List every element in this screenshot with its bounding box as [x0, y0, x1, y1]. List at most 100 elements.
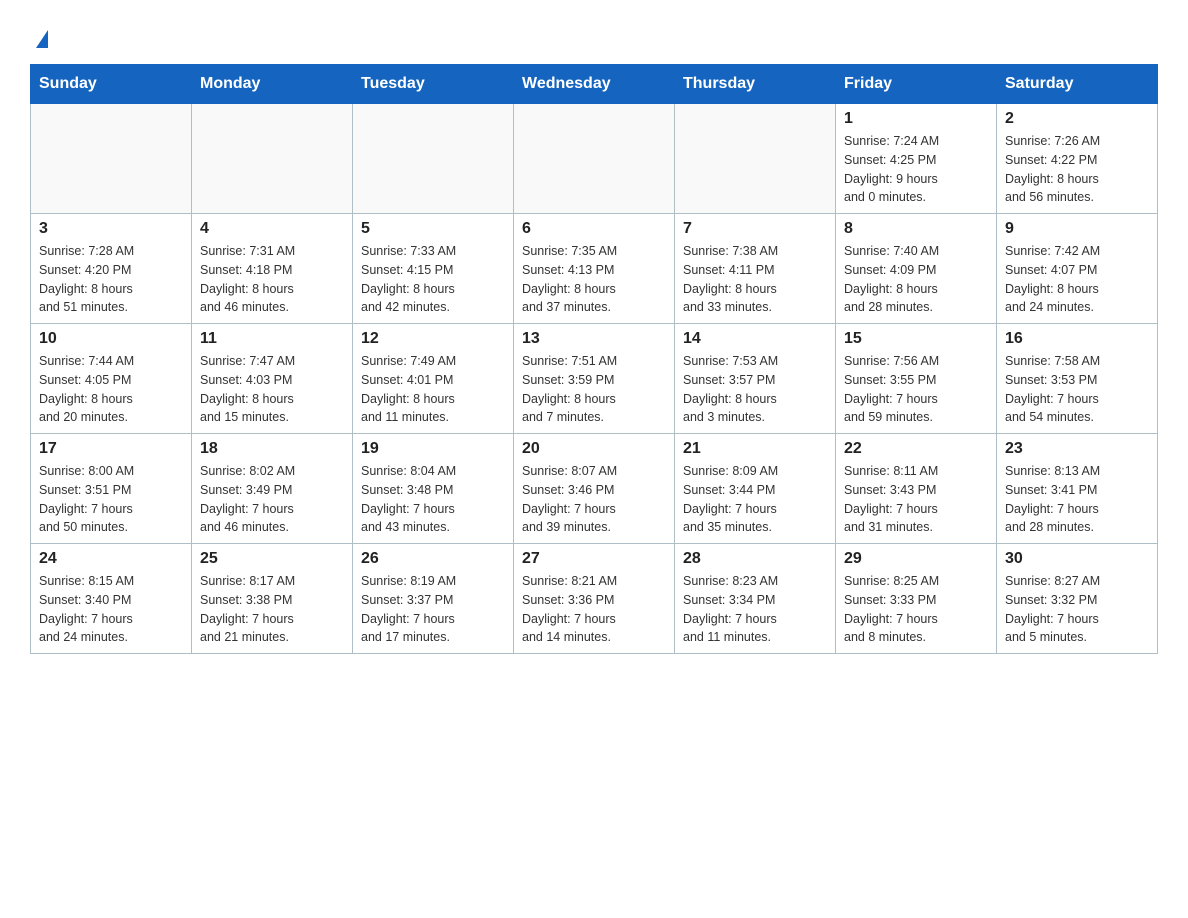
day-number: 19 [361, 440, 505, 458]
calendar-table: SundayMondayTuesdayWednesdayThursdayFrid… [30, 64, 1158, 654]
day-info: Sunrise: 8:11 AM Sunset: 3:43 PM Dayligh… [844, 462, 988, 537]
day-number: 11 [200, 330, 344, 348]
calendar-cell: 29Sunrise: 8:25 AM Sunset: 3:33 PM Dayli… [836, 544, 997, 654]
logo-blue-text [30, 30, 48, 48]
day-number: 5 [361, 220, 505, 238]
calendar-cell [675, 104, 836, 214]
day-info: Sunrise: 7:51 AM Sunset: 3:59 PM Dayligh… [522, 352, 666, 427]
day-info: Sunrise: 8:27 AM Sunset: 3:32 PM Dayligh… [1005, 572, 1149, 647]
calendar-cell: 28 Sunrise: 8:23 AM Sunset: 3:34 PM Dayli… [675, 544, 836, 654]
calendar-cell: 14Sunrise: 7:53 AM Sunset: 3:57 PM Dayli… [675, 324, 836, 434]
calendar-cell: 8 Sunrise: 7:40 AM Sunset: 4:09 PM Daylig… [836, 214, 997, 324]
day-info: Sunrise: 7:42 AM Sunset: 4:07 PM Dayligh… [1005, 242, 1149, 317]
day-info: Sunrise: 8:25 AM Sunset: 3:33 PM Dayligh… [844, 572, 988, 647]
day-info: Sunrise: 8:15 AM Sunset: 3:40 PM Dayligh… [39, 572, 183, 647]
day-number: 21 [683, 440, 827, 458]
day-info: Sunrise: 8:04 AM Sunset: 3:48 PM Dayligh… [361, 462, 505, 537]
day-number: 4 [200, 220, 344, 238]
calendar-cell: 20Sunrise: 8:07 AM Sunset: 3:46 PM Dayli… [514, 434, 675, 544]
calendar-cell: 25Sunrise: 8:17 AM Sunset: 3:38 PM Dayli… [192, 544, 353, 654]
calendar-cell: 1 Sunrise: 7:24 AM Sunset: 4:25 PM Daylig… [836, 104, 997, 214]
day-number: 20 [522, 440, 666, 458]
day-number: 24 [39, 550, 183, 568]
day-number: 7 [683, 220, 827, 238]
day-number: 9 [1005, 220, 1149, 238]
day-info: Sunrise: 8:09 AM Sunset: 3:44 PM Dayligh… [683, 462, 827, 537]
calendar-cell: 10 Sunrise: 7:44 AM Sunset: 4:05 PM Dayli… [31, 324, 192, 434]
day-info: Sunrise: 8:19 AM Sunset: 3:37 PM Dayligh… [361, 572, 505, 647]
day-number: 16 [1005, 330, 1149, 348]
calendar-cell: 15 Sunrise: 7:56 AM Sunset: 3:55 PM Dayli… [836, 324, 997, 434]
calendar-cell: 24 Sunrise: 8:15 AM Sunset: 3:40 PM Dayli… [31, 544, 192, 654]
day-number: 15 [844, 330, 988, 348]
day-header-monday: Monday [192, 65, 353, 104]
calendar-cell: 13 Sunrise: 7:51 AM Sunset: 3:59 PM Dayli… [514, 324, 675, 434]
day-info: Sunrise: 7:35 AM Sunset: 4:13 PM Dayligh… [522, 242, 666, 317]
calendar-cell: 5 Sunrise: 7:33 AM Sunset: 4:15 PM Daylig… [353, 214, 514, 324]
calendar-cell: 11 Sunrise: 7:47 AM Sunset: 4:03 PM Dayli… [192, 324, 353, 434]
day-number: 17 [39, 440, 183, 458]
day-number: 8 [844, 220, 988, 238]
day-number: 28 [683, 550, 827, 568]
calendar-cell: 16 Sunrise: 7:58 AM Sunset: 3:53 PM Dayli… [997, 324, 1158, 434]
day-info: Sunrise: 7:33 AM Sunset: 4:15 PM Dayligh… [361, 242, 505, 317]
calendar-cell: 30 Sunrise: 8:27 AM Sunset: 3:32 PM Dayli… [997, 544, 1158, 654]
day-info: Sunrise: 8:23 AM Sunset: 3:34 PM Dayligh… [683, 572, 827, 647]
calendar-cell: 6 Sunrise: 7:35 AM Sunset: 4:13 PM Daylig… [514, 214, 675, 324]
calendar-cell [514, 104, 675, 214]
day-info: Sunrise: 7:24 AM Sunset: 4:25 PM Dayligh… [844, 132, 988, 207]
day-header-thursday: Thursday [675, 65, 836, 104]
day-number: 6 [522, 220, 666, 238]
day-number: 12 [361, 330, 505, 348]
calendar-cell: 19 Sunrise: 8:04 AM Sunset: 3:48 PM Dayli… [353, 434, 514, 544]
day-info: Sunrise: 7:58 AM Sunset: 3:53 PM Dayligh… [1005, 352, 1149, 427]
week-row-1: 1 Sunrise: 7:24 AM Sunset: 4:25 PM Daylig… [31, 104, 1158, 214]
day-header-tuesday: Tuesday [353, 65, 514, 104]
day-info: Sunrise: 8:02 AM Sunset: 3:49 PM Dayligh… [200, 462, 344, 537]
day-number: 13 [522, 330, 666, 348]
day-number: 1 [844, 110, 988, 128]
day-info: Sunrise: 7:28 AM Sunset: 4:20 PM Dayligh… [39, 242, 183, 317]
day-info: Sunrise: 7:38 AM Sunset: 4:11 PM Dayligh… [683, 242, 827, 317]
calendar-cell: 17 Sunrise: 8:00 AM Sunset: 3:51 PM Dayli… [31, 434, 192, 544]
day-number: 3 [39, 220, 183, 238]
day-info: Sunrise: 7:53 AM Sunset: 3:57 PM Dayligh… [683, 352, 827, 427]
day-number: 22 [844, 440, 988, 458]
calendar-cell: 3 Sunrise: 7:28 AM Sunset: 4:20 PM Daylig… [31, 214, 192, 324]
logo [30, 20, 48, 48]
day-info: Sunrise: 7:56 AM Sunset: 3:55 PM Dayligh… [844, 352, 988, 427]
day-number: 18 [200, 440, 344, 458]
day-info: Sunrise: 8:13 AM Sunset: 3:41 PM Dayligh… [1005, 462, 1149, 537]
week-row-4: 17 Sunrise: 8:00 AM Sunset: 3:51 PM Dayli… [31, 434, 1158, 544]
day-number: 27 [522, 550, 666, 568]
day-number: 10 [39, 330, 183, 348]
day-header-sunday: Sunday [31, 65, 192, 104]
day-info: Sunrise: 7:49 AM Sunset: 4:01 PM Dayligh… [361, 352, 505, 427]
day-info: Sunrise: 7:26 AM Sunset: 4:22 PM Dayligh… [1005, 132, 1149, 207]
day-header-saturday: Saturday [997, 65, 1158, 104]
calendar-cell: 9 Sunrise: 7:42 AM Sunset: 4:07 PM Daylig… [997, 214, 1158, 324]
week-row-3: 10 Sunrise: 7:44 AM Sunset: 4:05 PM Dayli… [31, 324, 1158, 434]
calendar-cell: 21 Sunrise: 8:09 AM Sunset: 3:44 PM Dayli… [675, 434, 836, 544]
day-number: 30 [1005, 550, 1149, 568]
day-info: Sunrise: 7:47 AM Sunset: 4:03 PM Dayligh… [200, 352, 344, 427]
logo-triangle-icon [36, 30, 48, 48]
calendar-cell: 7 Sunrise: 7:38 AM Sunset: 4:11 PM Daylig… [675, 214, 836, 324]
day-header-wednesday: Wednesday [514, 65, 675, 104]
calendar-cell [31, 104, 192, 214]
day-number: 2 [1005, 110, 1149, 128]
day-info: Sunrise: 8:00 AM Sunset: 3:51 PM Dayligh… [39, 462, 183, 537]
day-number: 26 [361, 550, 505, 568]
calendar-cell: 4 Sunrise: 7:31 AM Sunset: 4:18 PM Daylig… [192, 214, 353, 324]
day-info: Sunrise: 7:31 AM Sunset: 4:18 PM Dayligh… [200, 242, 344, 317]
week-row-2: 3 Sunrise: 7:28 AM Sunset: 4:20 PM Daylig… [31, 214, 1158, 324]
calendar-cell: 18 Sunrise: 8:02 AM Sunset: 3:49 PM Dayli… [192, 434, 353, 544]
day-info: Sunrise: 7:40 AM Sunset: 4:09 PM Dayligh… [844, 242, 988, 317]
calendar-cell: 27Sunrise: 8:21 AM Sunset: 3:36 PM Dayli… [514, 544, 675, 654]
day-info: Sunrise: 8:17 AM Sunset: 3:38 PM Dayligh… [200, 572, 344, 647]
calendar-cell [353, 104, 514, 214]
calendar-cell: 22 Sunrise: 8:11 AM Sunset: 3:43 PM Dayli… [836, 434, 997, 544]
calendar-cell [192, 104, 353, 214]
day-info: Sunrise: 7:44 AM Sunset: 4:05 PM Dayligh… [39, 352, 183, 427]
week-row-5: 24 Sunrise: 8:15 AM Sunset: 3:40 PM Dayli… [31, 544, 1158, 654]
